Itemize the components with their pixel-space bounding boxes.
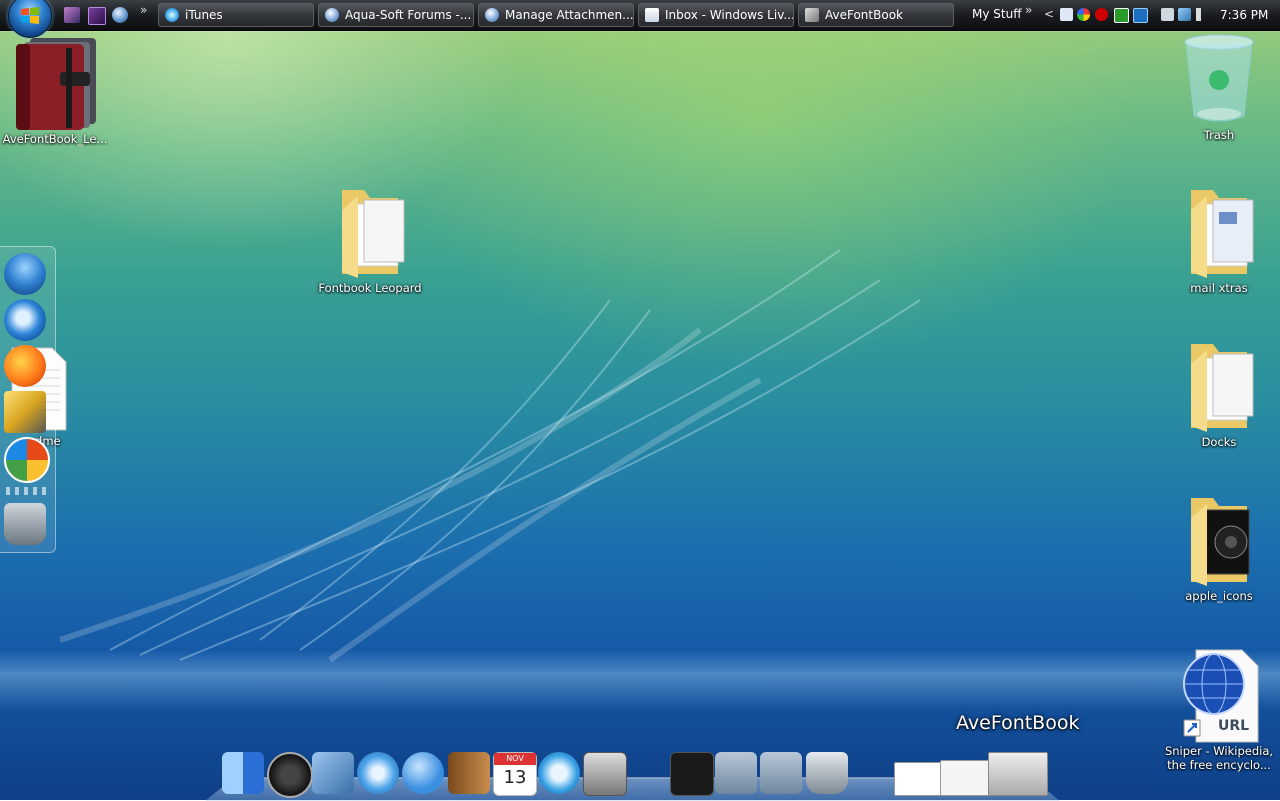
tray-mail-icon[interactable] [1060, 8, 1073, 21]
task-button-aqua-soft-forums[interactable]: Aqua-Soft Forums -... [318, 3, 474, 27]
itunes-icon[interactable] [538, 752, 580, 794]
toolbar-chevron[interactable]: » [1025, 3, 1032, 17]
tray-volume-icon[interactable] [1196, 8, 1209, 21]
desktop-icon-label: Sniper - Wikipedia, [1164, 744, 1274, 758]
windows-logo-icon [21, 7, 39, 24]
safari-icon[interactable] [357, 752, 399, 794]
media-icon[interactable] [64, 7, 80, 23]
desktop-icon-apple-icons[interactable]: apple_icons [1164, 494, 1274, 603]
tray-network-icon[interactable] [1178, 8, 1191, 21]
task-button-inbox[interactable]: Inbox - Windows Liv... [638, 3, 794, 27]
task-label: AveFontBook [825, 8, 903, 22]
browser-icon [485, 8, 499, 22]
office-icon[interactable] [4, 437, 50, 483]
task-button-itunes[interactable]: iTunes [158, 3, 314, 27]
side-dock-separator [6, 487, 46, 495]
desktop-icon-label: Docks [1201, 435, 1237, 449]
ichat-icon[interactable] [402, 752, 444, 794]
itunes-icon [165, 8, 179, 22]
task-label: iTunes [185, 8, 223, 22]
recycle-bin-icon [1184, 34, 1254, 122]
tools-icon[interactable] [4, 391, 46, 433]
task-button-avefontbook[interactable]: AveFontBook [798, 3, 954, 27]
ical-icon[interactable]: NOV 13 [493, 752, 537, 796]
purple-app-icon[interactable] [88, 7, 106, 25]
folder-icon [1191, 190, 1254, 278]
window-thumbnail-icon[interactable] [988, 752, 1048, 796]
desktop-icon-label: apple_icons [1185, 589, 1253, 603]
window-thumbnail-icon[interactable] [940, 760, 990, 796]
internet-explorer-icon[interactable] [4, 299, 46, 341]
desktop-wallpaper [0, 0, 1280, 800]
side-dock [0, 246, 56, 553]
task-label: Aqua-Soft Forums -... [345, 8, 472, 22]
my-stuff-toolbar[interactable]: My Stuff [972, 7, 1021, 21]
fontbook-icon [16, 38, 96, 130]
tray-expand-button[interactable]: < [1044, 7, 1054, 21]
dashboard-icon[interactable] [267, 752, 313, 798]
desktop-icon-fontbook-leopard[interactable]: Fontbook Leopard [315, 186, 425, 295]
address-book-icon[interactable] [448, 752, 490, 794]
trash-can-icon[interactable] [806, 752, 848, 794]
taskbar: » iTunes Aqua-Soft Forums -... Manage At… [0, 0, 1280, 38]
globe-icon[interactable] [112, 7, 128, 23]
folder-icon [342, 190, 405, 278]
tray-green-icon[interactable] [1114, 8, 1129, 23]
windows-orb-icon[interactable] [4, 253, 46, 295]
applications-folder-icon[interactable] [760, 752, 802, 794]
quick-launch-overflow[interactable]: » [140, 3, 147, 17]
task-label: Manage Attachmen... [505, 8, 634, 22]
tray-blue-icon[interactable] [1133, 8, 1148, 23]
pirate-folder-icon[interactable] [670, 752, 714, 796]
clock[interactable]: 7:36 PM [1220, 8, 1268, 22]
desktop-icon-mail-xtras[interactable]: mail xtras [1164, 186, 1274, 295]
dock-hover-label: AveFontBook [956, 712, 1080, 734]
trash-can-icon[interactable] [4, 503, 46, 545]
tray-chrome-icon[interactable] [1077, 8, 1090, 21]
mail-icon[interactable] [312, 752, 354, 794]
desktop-icon-label: AveFontBook_Le... [2, 132, 108, 146]
ical-day: 13 [503, 767, 527, 788]
desktop-icon-avefontbook[interactable]: AveFontBook_Le... [0, 34, 110, 146]
mail-icon [645, 8, 659, 22]
desktop-icon-label: mail xtras [1190, 281, 1248, 295]
tray-red-icon[interactable] [1095, 8, 1108, 21]
firefox-icon[interactable] [4, 345, 46, 387]
task-label: Inbox - Windows Liv... [665, 8, 794, 22]
fontbook-icon [805, 8, 819, 22]
system-preferences-icon[interactable] [583, 752, 627, 796]
desktop-icon-label: Fontbook Leopard [318, 281, 422, 295]
task-button-manage-attachments[interactable]: Manage Attachmen... [478, 3, 634, 27]
desktop-icon-label: Trash [1203, 128, 1235, 142]
desktop-icon-sniper-wikipedia[interactable]: URL Sniper - Wikipedia, the free encyclo… [1164, 648, 1274, 772]
user-folder-icon[interactable] [715, 752, 757, 794]
tray-device-icon[interactable] [1161, 8, 1174, 21]
finder-icon[interactable] [222, 752, 264, 794]
desktop-icon-trash[interactable]: Trash [1164, 32, 1274, 142]
desktop-icon-docks[interactable]: Docks [1164, 340, 1274, 449]
ical-month: NOV [494, 753, 536, 765]
folder-icon [1191, 344, 1254, 432]
desktop-icon-label-line2: the free encyclo... [1167, 758, 1271, 772]
folder-icon [1191, 498, 1250, 586]
window-thumbnail-icon[interactable] [894, 762, 942, 796]
browser-icon [325, 8, 339, 22]
url-badge: URL [1218, 718, 1250, 734]
